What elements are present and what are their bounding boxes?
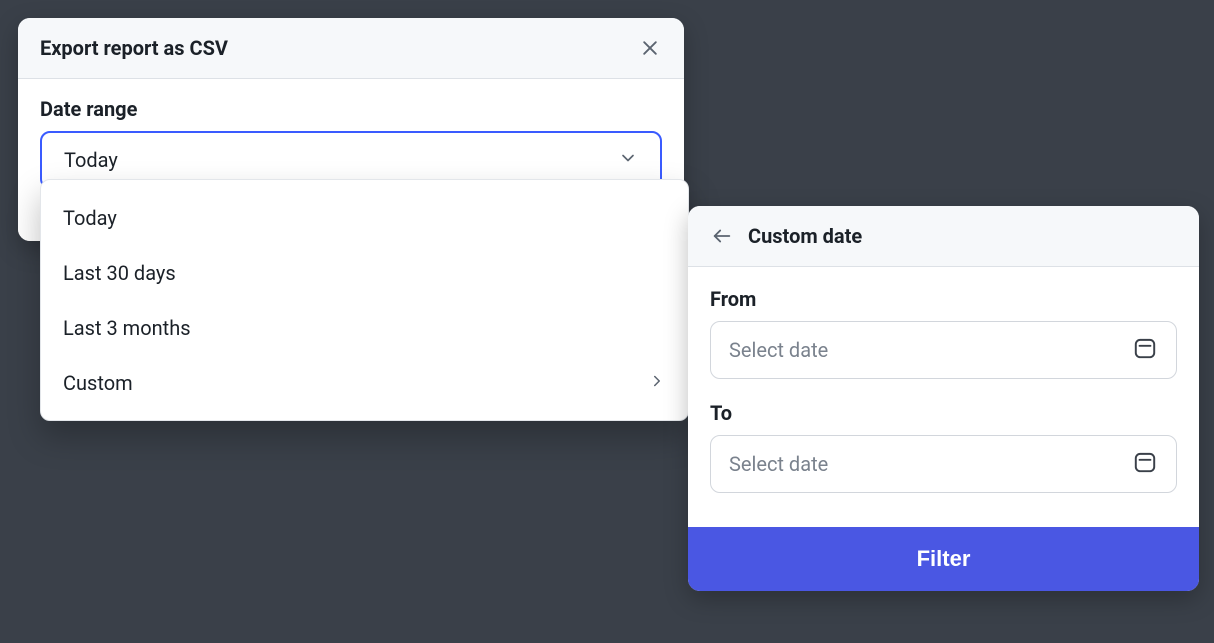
from-field-group: From Select date — [710, 287, 1177, 379]
close-icon — [640, 38, 660, 58]
filter-button[interactable]: Filter — [688, 527, 1199, 591]
export-report-modal: Export report as CSV Date range Today To… — [18, 18, 684, 241]
arrow-left-icon — [711, 225, 733, 247]
to-date-input[interactable]: Select date — [710, 435, 1177, 493]
filter-button-label: Filter — [917, 546, 971, 572]
custom-date-header: Custom date — [688, 206, 1199, 267]
chevron-down-icon — [618, 148, 638, 172]
dropdown-option-last-30-days[interactable]: Last 30 days — [41, 245, 688, 300]
date-range-selected-value: Today — [64, 148, 118, 172]
close-button[interactable] — [638, 36, 662, 60]
dropdown-option-label: Custom — [63, 371, 133, 395]
date-range-label: Date range — [40, 97, 662, 121]
back-button[interactable] — [710, 224, 734, 248]
to-field-group: To Select date — [710, 401, 1177, 493]
export-modal-header: Export report as CSV — [18, 18, 684, 79]
from-date-placeholder: Select date — [729, 338, 828, 362]
custom-date-title: Custom date — [748, 224, 862, 248]
dropdown-option-label: Today — [63, 206, 117, 230]
calendar-icon — [1132, 449, 1158, 479]
dropdown-option-custom[interactable]: Custom — [41, 355, 688, 410]
custom-date-modal: Custom date From Select date To Select d… — [688, 206, 1199, 591]
calendar-icon — [1132, 335, 1158, 365]
export-modal-title: Export report as CSV — [40, 36, 228, 60]
dropdown-option-last-3-months[interactable]: Last 3 months — [41, 300, 688, 355]
from-label: From — [710, 287, 1177, 311]
from-date-input[interactable]: Select date — [710, 321, 1177, 379]
to-date-placeholder: Select date — [729, 452, 828, 476]
dropdown-option-today[interactable]: Today — [41, 190, 688, 245]
to-label: To — [710, 401, 1177, 425]
dropdown-option-label: Last 3 months — [63, 316, 191, 340]
date-range-dropdown: Today Last 30 days Last 3 months Custom — [40, 179, 689, 421]
export-modal-body: Date range Today Today Last 30 days Last… — [18, 79, 684, 241]
dropdown-option-label: Last 30 days — [63, 261, 176, 285]
chevron-right-icon — [648, 371, 666, 395]
custom-date-body: From Select date To Select date — [688, 267, 1199, 527]
